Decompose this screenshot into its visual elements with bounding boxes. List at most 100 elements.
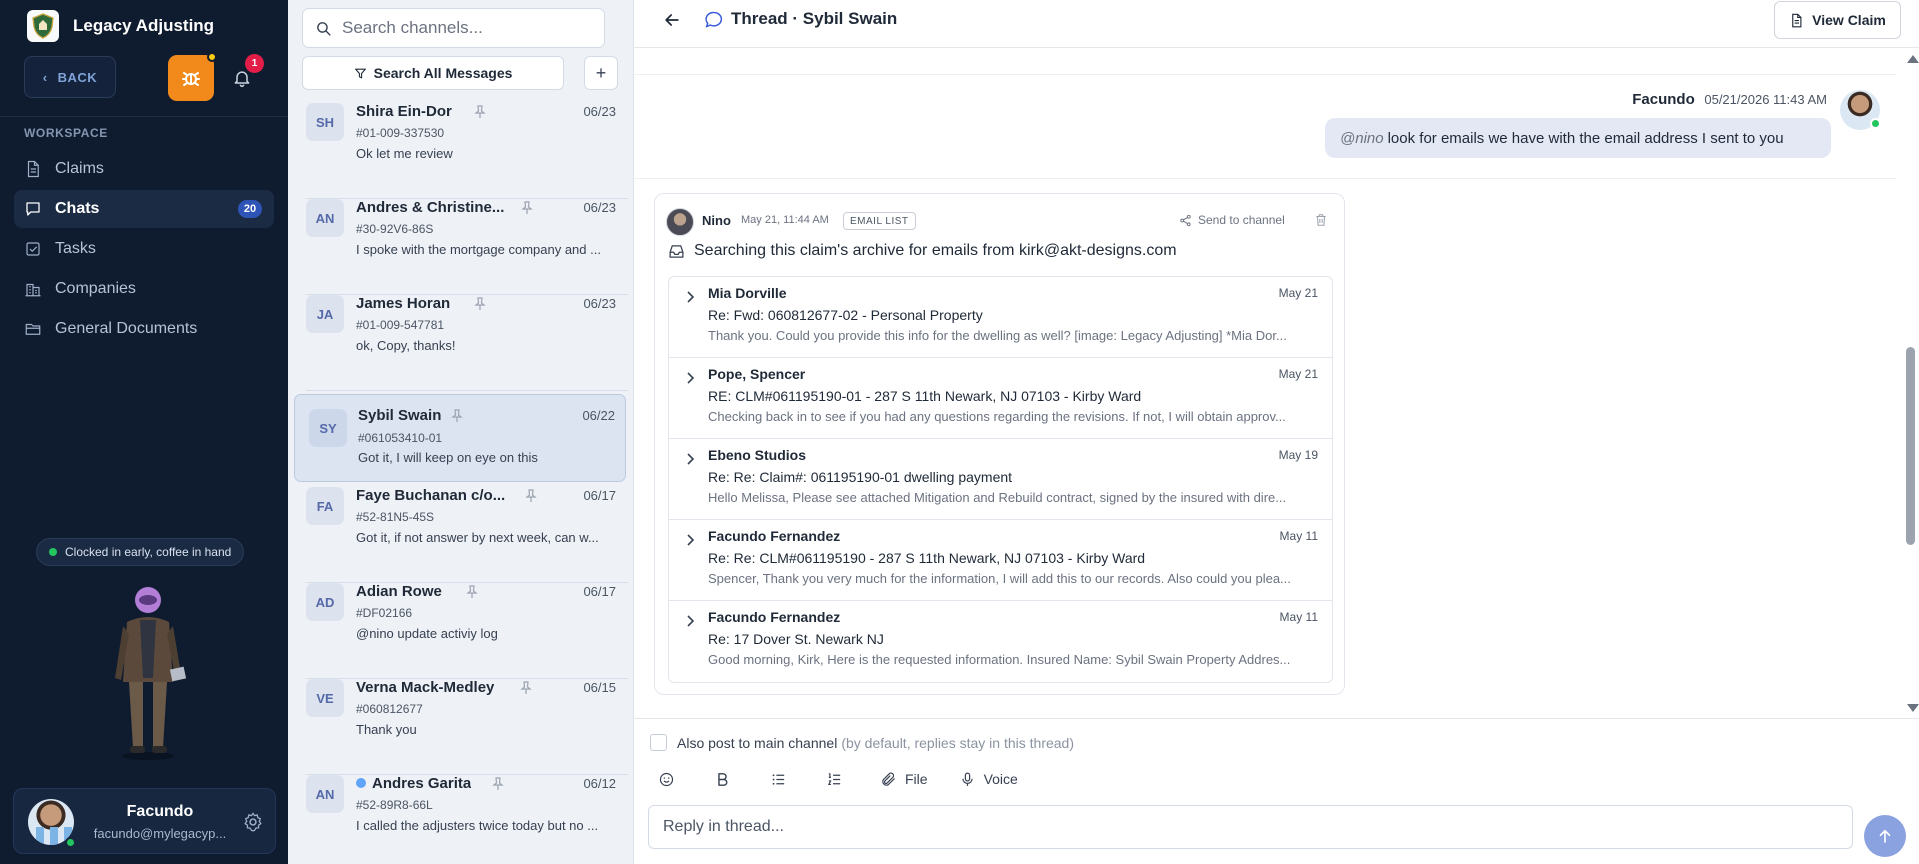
outgoing-message-bubble: @nino look for emails we have with the e… <box>1325 118 1831 158</box>
reply-input[interactable] <box>663 818 1813 836</box>
gear-icon[interactable] <box>242 811 264 833</box>
email-sender: Mia Dorville <box>708 285 787 301</box>
sidebar-item-label: Tasks <box>55 240 96 257</box>
user-profile-card[interactable]: Facundo facundo@mylegacyp... <box>13 788 276 854</box>
file-attach-button[interactable]: File <box>880 771 928 788</box>
channel-list-panel: Search All Messages + SH Shira Ein-Dor 0… <box>288 0 634 864</box>
numbered-list-icon[interactable] <box>826 771 843 788</box>
channel-last-message: Ok let me review <box>356 146 453 161</box>
new-channel-button[interactable]: + <box>584 56 618 90</box>
search-summary: Searching this claim's archive for email… <box>668 242 1177 260</box>
sidebar-item-claims[interactable]: Claims <box>14 150 274 188</box>
email-row[interactable]: Mia Dorville May 21 Re: Fwd: 060812677-0… <box>669 277 1332 358</box>
scroll-up-arrow-icon[interactable] <box>1907 55 1919 63</box>
sidebar-item-general-documents[interactable]: General Documents <box>14 310 274 348</box>
sidebar-item-companies[interactable]: Companies <box>14 270 274 308</box>
back-button[interactable]: ‹ BACK <box>24 56 116 98</box>
email-list-card: Nino May 21, 11:44 AM EMAIL LIST Send to… <box>654 193 1345 695</box>
pin-icon[interactable] <box>474 297 486 311</box>
channel-list-item[interactable]: AN Andres & Christine... 06/23 #30-92V6-… <box>306 199 628 295</box>
unread-indicator-dot <box>356 778 366 788</box>
pin-icon[interactable] <box>525 489 537 503</box>
view-claim-button[interactable]: View Claim <box>1774 1 1901 39</box>
chevron-right-icon[interactable] <box>685 534 695 546</box>
pin-icon[interactable] <box>466 585 478 599</box>
brand[interactable]: Legacy Adjusting <box>27 10 214 42</box>
channel-name: Sybil Swain <box>358 407 442 424</box>
sidebar-nav: Claims Chats 20 Tasks Companies General … <box>14 150 274 350</box>
pin-icon[interactable] <box>521 201 533 215</box>
channel-list-item[interactable]: AD Adian Rowe 06/17 #DF02166 @nino updat… <box>306 583 628 679</box>
bullet-list-icon[interactable] <box>770 771 787 788</box>
email-sender: Ebeno Studios <box>708 447 806 463</box>
thread-panel: Thread · Sybil Swain View Claim Facundo … <box>634 0 1919 864</box>
chevron-right-icon[interactable] <box>685 615 695 627</box>
email-preview: Checking back in to see if you had any q… <box>708 409 1286 424</box>
email-row[interactable]: Facundo Fernandez May 11 Re: 17 Dover St… <box>669 601 1332 682</box>
channel-avatar: AN <box>306 199 344 237</box>
arrow-left-icon[interactable] <box>662 10 682 30</box>
share-icon <box>1180 214 1191 226</box>
search-all-messages-button[interactable]: Search All Messages <box>302 56 564 90</box>
sidebar-divider <box>0 116 288 117</box>
emoji-icon[interactable] <box>658 771 675 788</box>
trash-icon[interactable] <box>1314 213 1328 227</box>
chevron-right-icon[interactable] <box>685 372 695 384</box>
channel-name: Adian Rowe <box>356 583 442 600</box>
chevron-right-icon[interactable] <box>685 453 695 465</box>
pin-icon[interactable] <box>474 105 486 119</box>
reply-composer[interactable] <box>648 805 1853 849</box>
pin-icon[interactable] <box>492 777 504 791</box>
sidebar-item-chats[interactable]: Chats 20 <box>14 190 274 228</box>
pin-icon[interactable] <box>451 409 463 423</box>
online-status-dot <box>1870 118 1881 129</box>
chevron-right-icon[interactable] <box>685 291 695 303</box>
also-post-option[interactable]: Also post to main channel (by default, r… <box>650 734 1074 751</box>
thread-scrollbar[interactable] <box>1902 52 1919 712</box>
channel-claim-number: #30-92V6-86S <box>356 222 434 236</box>
email-preview: Good morning, Kirk, Here is the requeste… <box>708 652 1291 667</box>
message-separator <box>634 178 1896 179</box>
send-to-channel-button[interactable]: Send to channel <box>1179 213 1285 227</box>
send-reply-button[interactable] <box>1864 815 1906 857</box>
search-icon <box>317 21 331 36</box>
voice-button[interactable]: Voice <box>959 771 1018 788</box>
email-row[interactable]: Ebeno Studios May 19 Re: Re: Claim#: 061… <box>669 439 1332 520</box>
channel-list-item[interactable]: VE Verna Mack-Medley 06/15 #060812677 Th… <box>306 679 628 775</box>
channel-list-item[interactable]: JA James Horan 06/23 #01-009-547781 ok, … <box>306 295 628 391</box>
channel-last-message: I called the adjusters twice today but n… <box>356 818 599 833</box>
channel-date: 06/12 <box>583 776 616 791</box>
channel-claim-number: #061053410-01 <box>358 431 443 445</box>
channel-search-input[interactable] <box>342 18 592 38</box>
channel-claim-number: #060812677 <box>356 702 423 716</box>
channel-avatar: FA <box>306 487 344 525</box>
pin-icon[interactable] <box>520 681 532 695</box>
channel-list-item[interactable]: AN Andres Garita 06/12 #52-89R8-66L I ca… <box>306 775 628 864</box>
email-row[interactable]: Facundo Fernandez May 11 Re: Re: CLM#061… <box>669 520 1332 601</box>
bug-icon <box>182 72 200 86</box>
sidebar-item-label: Chats <box>55 200 100 217</box>
status-pill[interactable]: Clocked in early, coffee in hand <box>36 538 245 566</box>
channel-date: 06/17 <box>583 488 616 503</box>
email-list: Mia Dorville May 21 Re: Fwd: 060812677-0… <box>668 276 1333 683</box>
app-sidebar: Legacy Adjusting ‹ BACK 1 WORKSPACE Clai… <box>0 0 288 864</box>
channel-list-item-selected[interactable]: SY Sybil Swain 06/22 #061053410-01 Got i… <box>294 394 626 482</box>
scrollbar-thumb[interactable] <box>1906 347 1915 545</box>
bold-icon[interactable] <box>714 771 731 788</box>
bug-report-button[interactable] <box>168 52 217 101</box>
sidebar-item-tasks[interactable]: Tasks <box>14 230 274 268</box>
email-date: May 21 <box>1278 367 1318 381</box>
email-subject: Re: Fwd: 060812677-02 - Personal Propert… <box>708 307 983 323</box>
channel-claim-number: #01-009-547781 <box>356 318 445 332</box>
send-to-channel-label: Send to channel <box>1198 213 1285 227</box>
mention-link[interactable]: @nino <box>1340 130 1384 147</box>
scroll-down-arrow-icon[interactable] <box>1907 704 1919 712</box>
channel-search[interactable] <box>302 8 605 48</box>
also-post-checkbox[interactable] <box>650 734 667 751</box>
message-author: Facundo <box>1632 91 1695 108</box>
filter-icon <box>354 68 366 78</box>
channel-list-item[interactable]: SH Shira Ein-Dor 06/23 #01-009-337530 Ok… <box>306 103 628 199</box>
email-row[interactable]: Pope, Spencer May 21 RE: CLM#061195190-0… <box>669 358 1332 439</box>
channel-list-item[interactable]: FA Faye Buchanan c/o... 06/17 #52-81N5-4… <box>306 487 628 583</box>
chat-icon <box>26 202 40 216</box>
